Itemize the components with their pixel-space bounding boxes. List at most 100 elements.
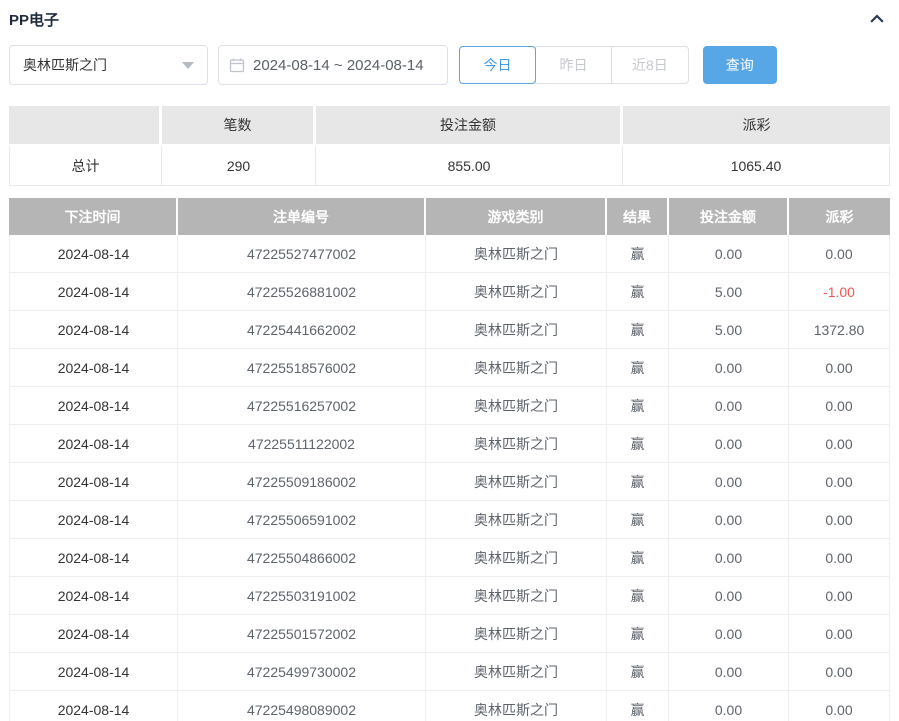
col-bet-amount: 投注金额 <box>669 198 789 235</box>
cell-game-type: 奥林匹斯之门 <box>426 235 607 273</box>
cell-bet-amount: 5.00 <box>669 311 789 349</box>
col-payout: 派彩 <box>789 198 890 235</box>
cell-bet-time: 2024-08-14 <box>9 615 178 653</box>
col-bet-time: 下注时间 <box>9 198 178 235</box>
pp-records-panel: PP电子 奥林匹斯之门 2024-08-14 ~ 2024-08-14 今日 <box>0 0 899 721</box>
cell-game-type: 奥林匹斯之门 <box>426 501 607 539</box>
table-row: 2024-08-14 47225501572002 奥林匹斯之门 赢 0.00 … <box>9 615 890 653</box>
summary-col-bet-amount: 投注金额 <box>316 106 623 146</box>
page-title: PP电子 <box>9 9 59 30</box>
bet-table: 下注时间 注单编号 游戏类别 结果 投注金额 派彩 2024-08-14 472… <box>9 198 890 721</box>
cell-payout: 0.00 <box>789 387 890 425</box>
cell-bet-time: 2024-08-14 <box>9 387 178 425</box>
cell-bet-time: 2024-08-14 <box>9 425 178 463</box>
cell-payout: 0.00 <box>789 615 890 653</box>
cell-game-type: 奥林匹斯之门 <box>426 387 607 425</box>
col-game-type: 游戏类别 <box>426 198 607 235</box>
cell-bet-time: 2024-08-14 <box>9 539 178 577</box>
col-bet-id: 注单编号 <box>178 198 426 235</box>
cell-payout: 0.00 <box>789 463 890 501</box>
summary-col-blank <box>9 106 162 146</box>
game-select-value: 奥林匹斯之门 <box>23 55 107 75</box>
cell-bet-id: 47225504866002 <box>178 539 426 577</box>
cell-result: 赢 <box>607 273 669 311</box>
summary-total-row: 总计 290 855.00 1065.40 <box>9 146 890 186</box>
cell-bet-id: 47225441662002 <box>178 311 426 349</box>
cell-bet-time: 2024-08-14 <box>9 273 178 311</box>
table-row: 2024-08-14 47225509186002 奥林匹斯之门 赢 0.00 … <box>9 463 890 501</box>
date-range-input[interactable]: 2024-08-14 ~ 2024-08-14 <box>218 45 448 85</box>
cell-bet-amount: 0.00 <box>669 425 789 463</box>
cell-bet-time: 2024-08-14 <box>9 349 178 387</box>
col-result: 结果 <box>607 198 669 235</box>
cell-result: 赢 <box>607 577 669 615</box>
quick-range-group: 今日 昨日 近8日 <box>459 46 689 84</box>
cell-payout: 0.00 <box>789 653 890 691</box>
cell-result: 赢 <box>607 235 669 273</box>
game-select[interactable]: 奥林匹斯之门 <box>9 45 208 85</box>
cell-result: 赢 <box>607 311 669 349</box>
cell-bet-time: 2024-08-14 <box>9 653 178 691</box>
table-row: 2024-08-14 47225506591002 奥林匹斯之门 赢 0.00 … <box>9 501 890 539</box>
cell-result: 赢 <box>607 463 669 501</box>
cell-bet-id: 47225509186002 <box>178 463 426 501</box>
last-8-days-button[interactable]: 近8日 <box>611 46 689 84</box>
cell-payout: 0.00 <box>789 235 890 273</box>
summary-header-row: 笔数 投注金额 派彩 <box>9 106 890 146</box>
filter-bar: 奥林匹斯之门 2024-08-14 ~ 2024-08-14 今日 昨日 近8日… <box>9 45 890 85</box>
summary-table: 笔数 投注金额 派彩 总计 290 855.00 1065.40 <box>9 106 890 186</box>
summary-total-label: 总计 <box>9 146 162 186</box>
cell-game-type: 奥林匹斯之门 <box>426 615 607 653</box>
table-row: 2024-08-14 47225518576002 奥林匹斯之门 赢 0.00 … <box>9 349 890 387</box>
cell-bet-id: 47225511122002 <box>178 425 426 463</box>
cell-bet-amount: 0.00 <box>669 235 789 273</box>
summary-col-payout: 派彩 <box>623 106 890 146</box>
table-row: 2024-08-14 47225503191002 奥林匹斯之门 赢 0.00 … <box>9 577 890 615</box>
cell-bet-id: 47225506591002 <box>178 501 426 539</box>
cell-bet-id: 47225503191002 <box>178 577 426 615</box>
chevron-up-icon[interactable] <box>866 8 888 30</box>
cell-bet-id: 47225518576002 <box>178 349 426 387</box>
cell-bet-amount: 0.00 <box>669 691 789 721</box>
cell-result: 赢 <box>607 539 669 577</box>
cell-bet-id: 47225516257002 <box>178 387 426 425</box>
table-row: 2024-08-14 47225504866002 奥林匹斯之门 赢 0.00 … <box>9 539 890 577</box>
cell-game-type: 奥林匹斯之门 <box>426 463 607 501</box>
cell-bet-amount: 0.00 <box>669 349 789 387</box>
table-row: 2024-08-14 47225441662002 奥林匹斯之门 赢 5.00 … <box>9 311 890 349</box>
cell-payout: 1372.80 <box>789 311 890 349</box>
cell-game-type: 奥林匹斯之门 <box>426 577 607 615</box>
yesterday-button[interactable]: 昨日 <box>535 46 612 84</box>
cell-bet-id: 47225501572002 <box>178 615 426 653</box>
table-row: 2024-08-14 47225527477002 奥林匹斯之门 赢 0.00 … <box>9 235 890 273</box>
cell-bet-time: 2024-08-14 <box>9 577 178 615</box>
cell-result: 赢 <box>607 501 669 539</box>
chevron-down-icon <box>182 62 194 69</box>
query-button[interactable]: 查询 <box>703 46 777 84</box>
cell-bet-id: 47225498089002 <box>178 691 426 721</box>
summary-total-payout: 1065.40 <box>623 146 890 186</box>
panel-header: PP电子 <box>9 0 890 32</box>
cell-bet-id: 47225499730002 <box>178 653 426 691</box>
cell-bet-amount: 0.00 <box>669 615 789 653</box>
cell-bet-amount: 0.00 <box>669 539 789 577</box>
cell-game-type: 奥林匹斯之门 <box>426 273 607 311</box>
summary-total-count: 290 <box>162 146 316 186</box>
cell-bet-time: 2024-08-14 <box>9 463 178 501</box>
cell-bet-time: 2024-08-14 <box>9 501 178 539</box>
calendar-icon <box>229 57 245 73</box>
bet-table-body: 2024-08-14 47225527477002 奥林匹斯之门 赢 0.00 … <box>9 235 890 721</box>
cell-bet-amount: 0.00 <box>669 577 789 615</box>
cell-payout: 0.00 <box>789 539 890 577</box>
cell-bet-time: 2024-08-14 <box>9 691 178 721</box>
summary-total-bet-amount: 855.00 <box>316 146 623 186</box>
cell-result: 赢 <box>607 387 669 425</box>
summary-col-count: 笔数 <box>162 106 316 146</box>
cell-payout: -1.00 <box>789 273 890 311</box>
today-button[interactable]: 今日 <box>459 46 536 84</box>
cell-bet-amount: 0.00 <box>669 653 789 691</box>
cell-payout: 0.00 <box>789 501 890 539</box>
table-row: 2024-08-14 47225511122002 奥林匹斯之门 赢 0.00 … <box>9 425 890 463</box>
table-row: 2024-08-14 47225498089002 奥林匹斯之门 赢 0.00 … <box>9 691 890 721</box>
cell-game-type: 奥林匹斯之门 <box>426 349 607 387</box>
